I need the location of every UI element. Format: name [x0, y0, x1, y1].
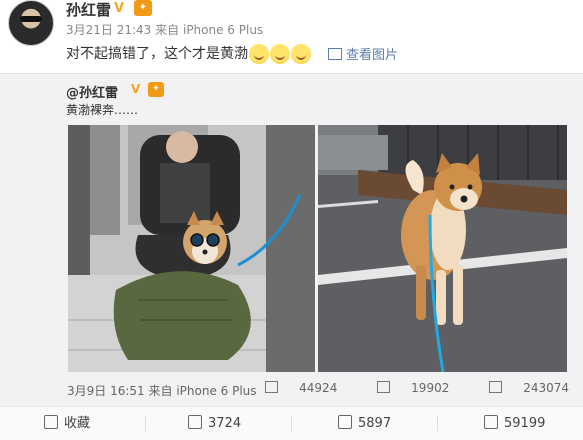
original-repost-count[interactable]: 44924	[247, 381, 337, 395]
sunglasses-shape	[20, 16, 42, 22]
medal-icon: ✦	[134, 0, 152, 16]
reposted-card: @孙红雷 V ✦ 黄渤裸奔…… 3月9日 16:51 来自 iPhone 6 P…	[0, 73, 583, 408]
post-source: iPhone 6 Plus	[182, 23, 264, 37]
source-prefix: 来自	[155, 23, 180, 37]
verified-v-icon: V	[131, 82, 141, 96]
comment-count-value: 19902	[411, 381, 450, 395]
original-stats: 44924 19902 243074	[229, 381, 569, 395]
thumbs-up-icon	[484, 415, 498, 429]
thumbs-up-icon	[489, 381, 503, 393]
like-count: 59199	[504, 416, 546, 431]
repost-icon	[188, 415, 202, 429]
original-comment-count[interactable]: 19902	[359, 381, 449, 395]
original-author[interactable]: @孙红雷	[66, 82, 118, 101]
repost-count-value: 44924	[299, 381, 338, 395]
post-time[interactable]: 3月21日 21:43	[66, 23, 151, 37]
image-icon	[328, 48, 342, 60]
view-image-link[interactable]: 查看图片	[328, 44, 398, 63]
comment-icon	[377, 381, 391, 393]
divider	[437, 416, 438, 431]
divider	[145, 416, 146, 431]
star-icon	[44, 415, 58, 429]
medal-icon: ✦	[148, 82, 164, 97]
favorite-button[interactable]: 收藏	[44, 407, 90, 440]
photo-shiba-dog[interactable]	[318, 125, 567, 372]
comment-icon	[338, 415, 352, 429]
smile-emoji-icon	[249, 44, 269, 64]
comment-button[interactable]: 5897	[338, 407, 391, 440]
like-count-value: 243074	[523, 381, 569, 395]
repost-button[interactable]: 3724	[188, 407, 241, 440]
smile-emoji-icon	[291, 44, 311, 64]
source-prefix: 来自	[148, 384, 173, 398]
repost-count: 3724	[208, 416, 242, 431]
original-time[interactable]: 3月9日 16:51	[67, 384, 145, 398]
original-meta: 3月9日 16:51 来自 iPhone 6 Plus	[67, 382, 257, 399]
verified-v-icon: V	[114, 1, 125, 16]
post-text: 对不起搞错了，这个才是黄渤	[66, 43, 311, 64]
post-meta: 3月21日 21:43 来自 iPhone 6 Plus	[66, 21, 263, 38]
photo-dog-in-coat-image	[68, 125, 315, 372]
like-button[interactable]: 59199	[484, 407, 545, 440]
original-text: 黄渤裸奔……	[66, 103, 139, 117]
view-image-label: 查看图片	[346, 48, 399, 63]
photo-shiba-dog-image	[318, 125, 567, 372]
photo-dog-in-coat[interactable]	[68, 125, 315, 372]
repost-icon	[265, 381, 279, 393]
post-header: 孙红雷 V ✦ 3月21日 21:43 来自 iPhone 6 Plus 对不起…	[0, 0, 583, 78]
post-text-content: 对不起搞错了，这个才是黄渤	[66, 46, 248, 62]
comment-count: 5897	[358, 416, 392, 431]
smile-emoji-icon	[270, 44, 290, 64]
action-bar: 收藏 3724 5897 59199	[0, 406, 583, 440]
divider	[291, 416, 292, 431]
author-name[interactable]: 孙红雷	[66, 0, 111, 20]
avatar[interactable]	[8, 0, 54, 46]
original-like-count[interactable]: 243074	[471, 381, 569, 395]
favorite-label: 收藏	[64, 416, 91, 431]
